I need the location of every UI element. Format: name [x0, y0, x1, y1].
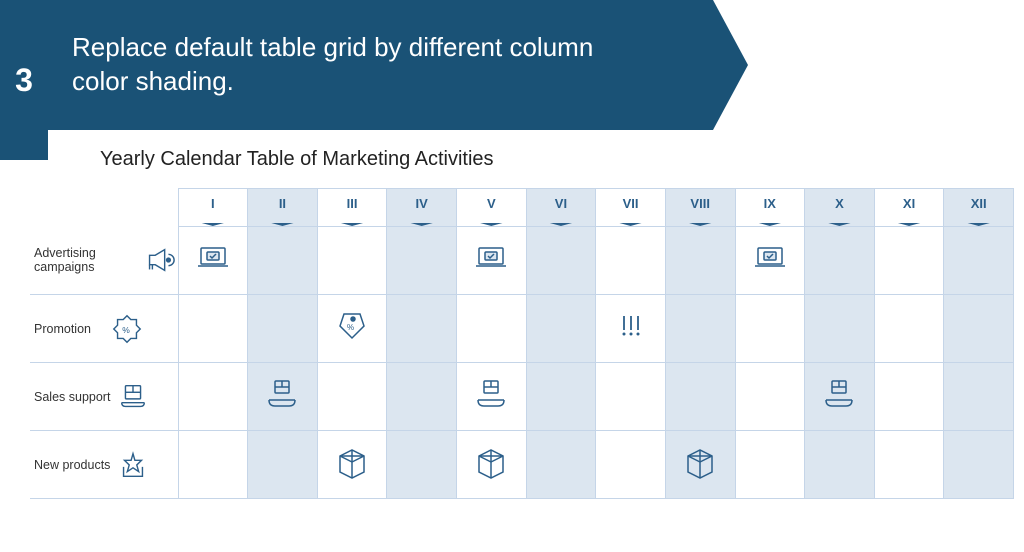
promo-cell-IV	[387, 295, 457, 363]
month-VI: VI	[526, 189, 596, 227]
percent-badge-icon: %	[110, 312, 144, 346]
box-hand-icon	[116, 380, 150, 414]
page-container: 3 Replace default table grid by differen…	[0, 0, 1024, 552]
megaphone-icon	[142, 243, 176, 277]
adv-cell-VIII	[665, 227, 735, 295]
promo-cell-I	[178, 295, 248, 363]
label-promotion: Promotion %	[30, 295, 178, 363]
row-promotion: Promotion %	[30, 295, 1014, 363]
adv-cell-II	[248, 227, 318, 295]
month-VII: VII	[596, 189, 666, 227]
new-cell-VI	[526, 431, 596, 499]
month-IX: IX	[735, 189, 805, 227]
sales-cell-VIII	[665, 363, 735, 431]
adv-cell-VII	[596, 227, 666, 295]
new-cell-XII	[944, 431, 1014, 499]
new-cell-IX	[735, 431, 805, 499]
new-cell-XI	[874, 431, 944, 499]
new-cell-III	[317, 431, 387, 499]
adv-cell-I	[178, 227, 248, 295]
promo-cell-VII	[596, 295, 666, 363]
sales-cell-VI	[526, 363, 596, 431]
box-icon2	[473, 444, 509, 480]
row-sales-support: Sales support	[30, 363, 1014, 431]
adv-cell-VI	[526, 227, 596, 295]
label-advertising: Advertising campaigns	[30, 227, 178, 295]
promo-cell-III: %	[317, 295, 387, 363]
empty-header	[30, 189, 178, 227]
month-header-row: I II III IV V VI VII VIII IX X XI XII	[30, 189, 1014, 227]
month-XI: XI	[874, 189, 944, 227]
banner: Replace default table grid by different …	[48, 0, 748, 130]
promo-cell-IX	[735, 295, 805, 363]
month-II: II	[248, 189, 318, 227]
sales-cell-X	[805, 363, 875, 431]
month-III: III	[317, 189, 387, 227]
adv-cell-V	[457, 227, 527, 295]
new-cell-I	[178, 431, 248, 499]
sales-cell-VII	[596, 363, 666, 431]
sales-cell-II	[248, 363, 318, 431]
promo-cell-II	[248, 295, 318, 363]
laptop-ad-icon	[195, 240, 231, 276]
month-XII: XII	[944, 189, 1014, 227]
sales-cell-IX	[735, 363, 805, 431]
tag-percent-icon: %	[334, 308, 370, 344]
laptop-ad-icon2	[473, 240, 509, 276]
adv-cell-XII	[944, 227, 1014, 295]
hand-box-icon2	[473, 376, 509, 412]
adv-cell-XI	[874, 227, 944, 295]
table-subtitle: Yearly Calendar Table of Marketing Activ…	[100, 148, 494, 171]
banner-text: Replace default table grid by different …	[72, 31, 593, 99]
sales-cell-III	[317, 363, 387, 431]
label-new-products: New products	[30, 431, 178, 499]
promo-cell-VI	[526, 295, 596, 363]
row-new-products: New products	[30, 431, 1014, 499]
step-number: 3	[0, 0, 48, 160]
laptop-ad-icon3	[752, 240, 788, 276]
new-cell-V	[457, 431, 527, 499]
month-IV: IV	[387, 189, 457, 227]
promo-cell-V	[457, 295, 527, 363]
month-X: X	[805, 189, 875, 227]
row-advertising: Advertising campaigns	[30, 227, 1014, 295]
promo-cell-X	[805, 295, 875, 363]
label-sales-support: Sales support	[30, 363, 178, 431]
new-cell-VII	[596, 431, 666, 499]
svg-text:%: %	[347, 323, 354, 332]
star-box-row-icon	[116, 448, 150, 482]
box-icon3	[682, 444, 718, 480]
promo-cell-XII	[944, 295, 1014, 363]
marketing-table: I II III IV V VI VII VIII IX X XI XII	[30, 188, 1014, 499]
svg-text:%: %	[122, 324, 130, 334]
box-icon1	[334, 444, 370, 480]
new-cell-VIII	[665, 431, 735, 499]
adv-cell-III	[317, 227, 387, 295]
new-cell-II	[248, 431, 318, 499]
sales-cell-XI	[874, 363, 944, 431]
adv-cell-X	[805, 227, 875, 295]
hand-box-icon1	[264, 376, 300, 412]
new-cell-X	[805, 431, 875, 499]
hand-box-icon3	[821, 376, 857, 412]
month-VIII: VIII	[665, 189, 735, 227]
month-V: V	[457, 189, 527, 227]
adv-cell-IV	[387, 227, 457, 295]
sales-cell-IV	[387, 363, 457, 431]
adv-cell-IX	[735, 227, 805, 295]
month-I: I	[178, 189, 248, 227]
new-cell-IV	[387, 431, 457, 499]
sales-cell-XII	[944, 363, 1014, 431]
promo-cell-VIII	[665, 295, 735, 363]
sales-cell-I	[178, 363, 248, 431]
sales-cell-V	[457, 363, 527, 431]
exclamation-icon	[613, 308, 649, 344]
promo-cell-XI	[874, 295, 944, 363]
